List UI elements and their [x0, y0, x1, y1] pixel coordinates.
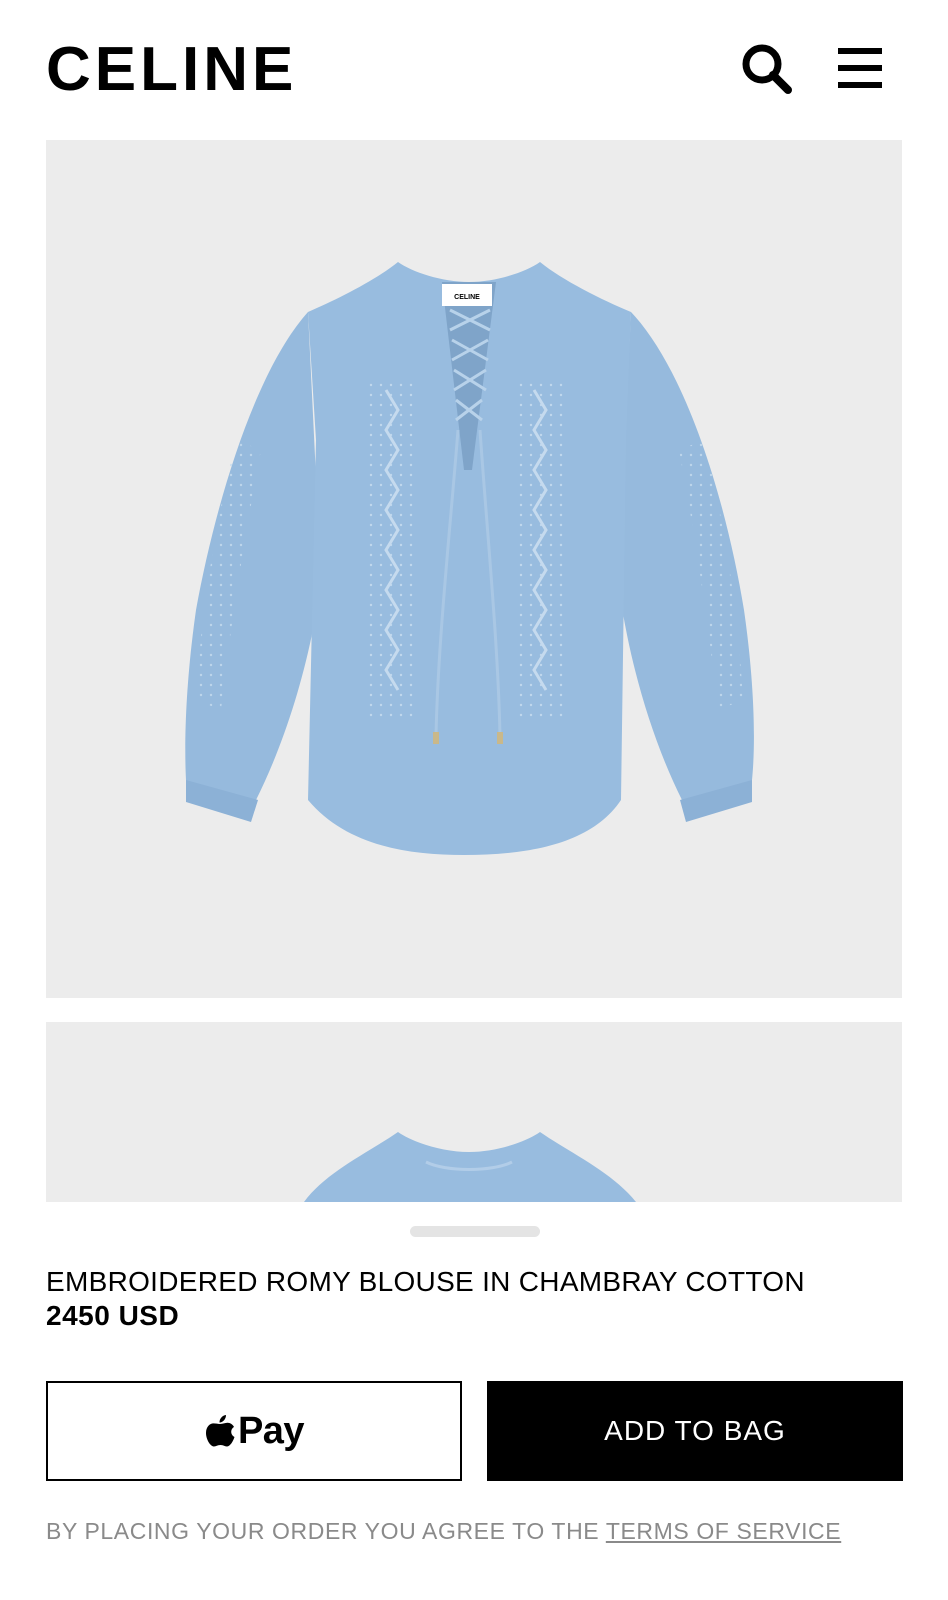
blouse-image	[304, 1132, 636, 1202]
product-page: CELINE CELINE EMBROIDERED ROMY BLOUSE IN…	[0, 0, 948, 1600]
apple-logo-icon	[205, 1415, 235, 1447]
product-image-second[interactable]	[46, 1022, 902, 1202]
hamburger-menu-icon	[838, 48, 882, 88]
apple-pay-label: Pay	[237, 1410, 305, 1452]
celine-logo[interactable]: CELINE	[46, 36, 297, 104]
terms-prefix: BY PLACING YOUR ORDER YOU AGREE TO THE	[46, 1518, 600, 1544]
purchase-sheet: EMBROIDERED ROMY BLOUSE IN CHAMBRAY COTT…	[0, 1202, 948, 1600]
product-price: 2450 USD	[46, 1300, 180, 1331]
blouse-image: CELINE	[185, 262, 754, 855]
menu-button[interactable]	[832, 40, 888, 96]
garment-label: CELINE	[454, 294, 480, 301]
product-image-front[interactable]: CELINE	[46, 140, 902, 998]
terms-of-service-link[interactable]: TERMS OF SERVICE	[606, 1518, 841, 1544]
search-button[interactable]	[738, 40, 794, 96]
product-name: EMBROIDERED ROMY BLOUSE IN CHAMBRAY COTT…	[46, 1266, 805, 1297]
sheet-drag-handle[interactable]	[410, 1226, 540, 1237]
add-to-bag-button[interactable]: ADD TO BAG	[487, 1381, 903, 1481]
apple-pay-button[interactable]: Pay	[46, 1381, 462, 1481]
search-icon	[742, 44, 792, 94]
site-header: CELINE	[0, 0, 948, 140]
terms-notice: BY PLACING YOUR ORDER YOU AGREE TO THE T…	[46, 1517, 841, 1545]
